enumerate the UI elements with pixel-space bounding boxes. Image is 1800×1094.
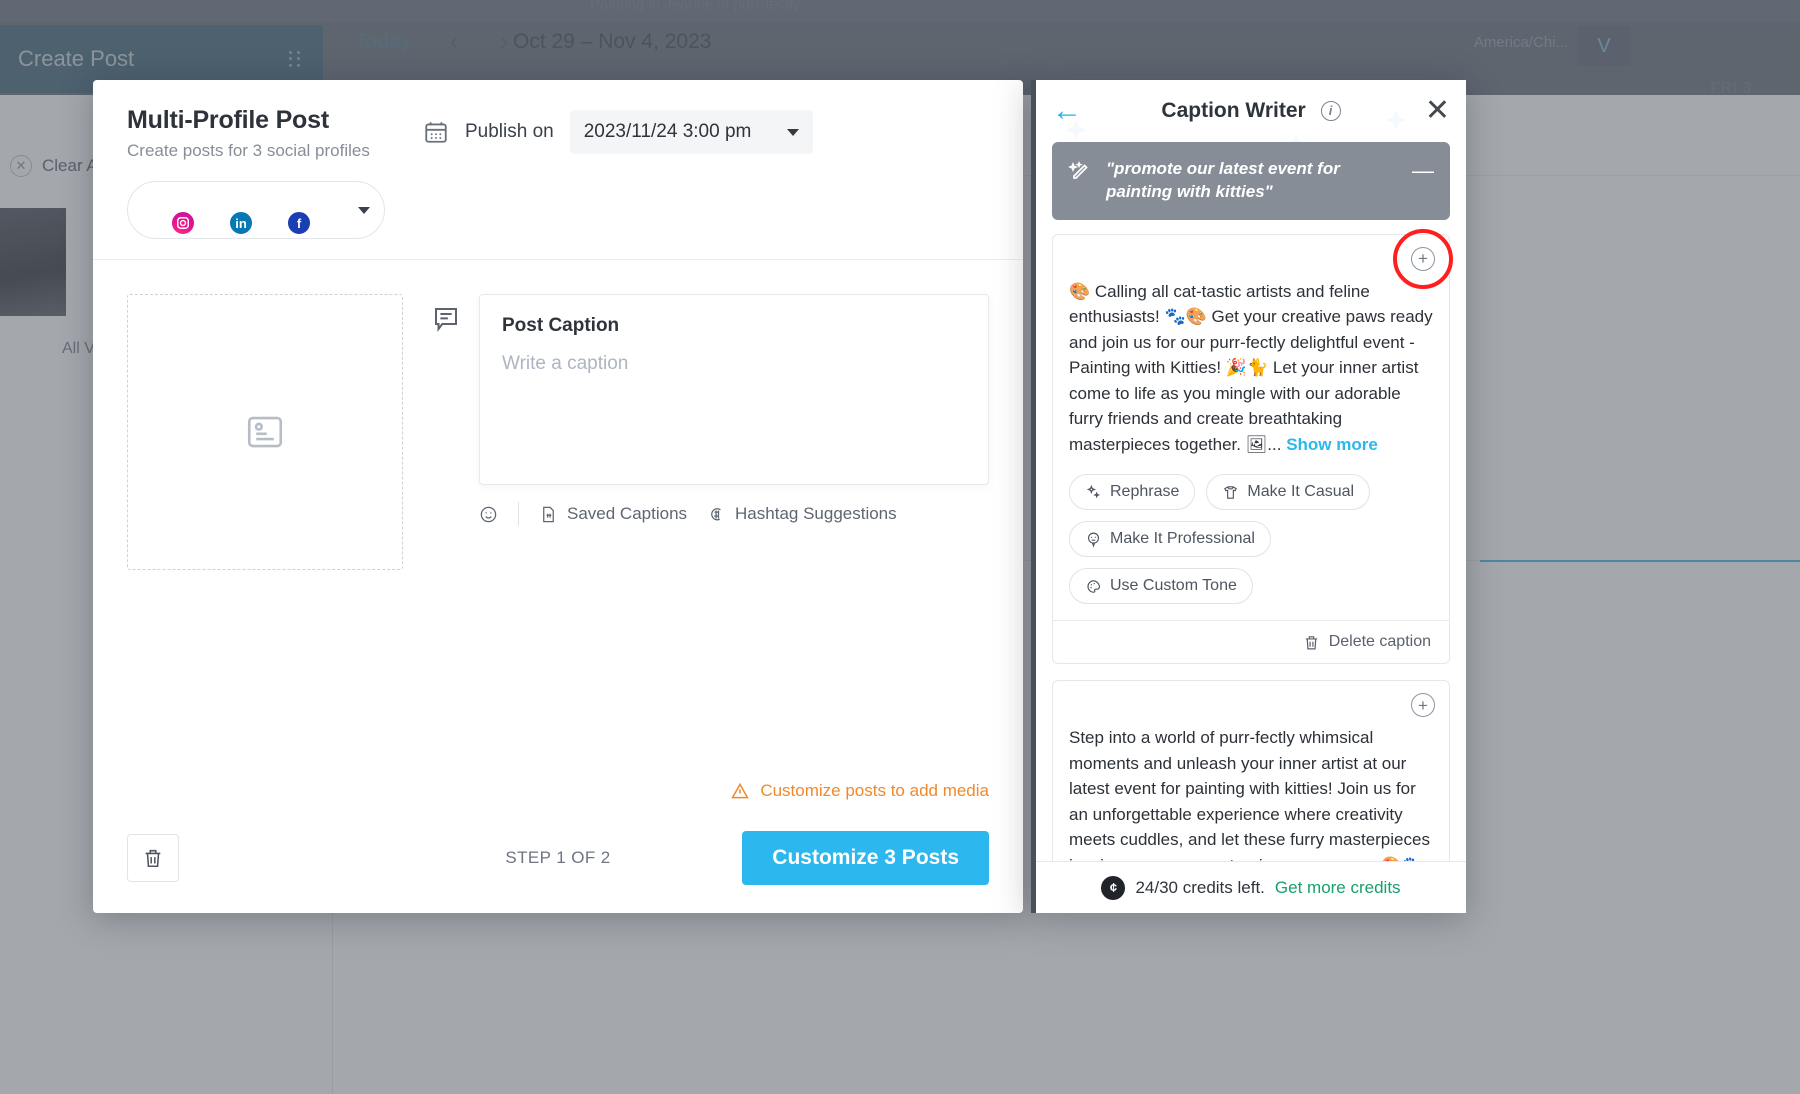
facebook-icon: f [286,210,312,236]
rephrase-label: Rephrase [1110,483,1180,501]
caption-card: + Step into a world of purr-fectly whims… [1052,680,1450,861]
close-icon[interactable]: ✕ [1425,96,1450,126]
image-placeholder-icon [244,411,286,453]
caption-body: 🎨 Calling all cat-tastic artists and fel… [1069,281,1433,454]
profile-selector[interactable]: in f [127,181,385,239]
delete-caption-label: Delete caption [1328,633,1431,651]
media-dropzone[interactable] [127,294,403,570]
post-caption-input[interactable]: Write a caption [502,353,966,375]
panel-title: Caption Writer [1161,99,1306,122]
rephrase-button[interactable]: Rephrase [1069,474,1196,511]
saved-captions-icon [543,506,554,522]
caption-text: 🎨 Calling all cat-tastic artists and fel… [1069,279,1433,458]
modal-footer: STEP 1 OF 2 Customize posts to add media… [93,781,1023,913]
divider [518,502,519,526]
caption-actions: Rephrase Make It Casual Make It Professi… [1069,474,1433,605]
tshirt-icon [1224,486,1238,499]
linkedin-icon: in [228,210,254,236]
coin-icon: ¢ [1101,875,1126,900]
prompt-box[interactable]: "promote our latest event for painting w… [1052,142,1450,220]
saved-captions-button[interactable]: Saved Captions [539,504,687,524]
media-warning: Customize posts to add media [730,781,989,801]
show-more-link[interactable]: Show more [1286,435,1378,454]
publish-on-label: Publish on [465,121,554,142]
hashtag-suggestions-label: Hashtag Suggestions [735,504,897,523]
caption-column: Post Caption Write a caption Saved Capti… [431,294,989,769]
step-indicator: STEP 1 OF 2 [505,848,611,867]
hashtag-suggestions-button[interactable]: Hashtag Suggestions [707,504,897,524]
multi-profile-post-modal: Multi-Profile Post Create posts for 3 so… [93,80,1023,913]
get-more-credits-link[interactable]: Get more credits [1275,878,1401,898]
panel-header: ← Caption Writer i ✕ [1036,80,1466,142]
publish-on-row: Publish on 2023/11/24 3:00 pm [423,110,814,154]
panel-title-group: Caption Writer i [1036,99,1466,123]
instagram-icon [170,210,196,236]
hashtag-icon [711,507,721,520]
trash-icon [1305,636,1317,650]
avatar-facebook[interactable]: f [258,187,312,236]
plus-circle-icon[interactable]: + [1393,228,1453,289]
necktie-face-icon [1087,532,1100,548]
caption-text: Step into a world of purr-fectly whimsic… [1069,725,1433,861]
credits-text: 24/30 credits left. [1135,877,1265,897]
info-circle-icon[interactable]: i [1320,100,1341,121]
modal-header: Multi-Profile Post Create posts for 3 so… [93,80,1023,260]
avatar-instagram[interactable] [142,187,196,236]
post-caption-label: Post Caption [502,315,620,336]
delete-caption-button[interactable]: Delete caption [1069,621,1433,653]
calendar-icon [423,119,449,145]
sparkle-icon [1086,484,1101,499]
use-custom-tone-button[interactable]: Use Custom Tone [1069,568,1253,605]
avatar-linkedin[interactable]: in [200,187,254,236]
warning-triangle-icon [731,782,750,799]
use-custom-tone-label: Use Custom Tone [1110,577,1237,595]
publish-date-input[interactable]: 2023/11/24 3:00 pm [569,110,814,154]
plus-circle-icon[interactable]: + [1411,693,1435,718]
palette-icon [1087,580,1101,593]
comment-lines-icon [431,304,461,334]
arrow-left-icon[interactable]: ← [1052,96,1082,126]
credits-bar: ¢ 24/30 credits left. Get more credits [1036,861,1466,913]
captions-scroll-area[interactable]: + 🎨 Calling all cat-tastic artists and f… [1036,220,1466,861]
caption-card: + 🎨 Calling all cat-tastic artists and f… [1052,228,1453,665]
magic-wand-icon [1067,160,1092,184]
prompt-text: "promote our latest event for painting w… [1106,159,1340,201]
chevron-down-icon[interactable] [787,128,800,136]
caption-toolbar: Saved Captions Hashtag Suggestions [479,502,989,526]
caption-writer-panel: ← Caption Writer i ✕ "promote our latest… [1031,80,1466,913]
minimize-icon[interactable]: — [1412,160,1434,182]
caption-body: Step into a world of purr-fectly whimsic… [1069,728,1430,861]
post-caption-card[interactable]: Post Caption Write a caption [479,294,989,485]
modal-body: Post Caption Write a caption Saved Capti… [93,260,1023,803]
chevron-down-icon[interactable] [358,206,370,214]
publish-date-value: 2023/11/24 3:00 pm [583,121,752,142]
make-it-professional-label: Make It Professional [1110,530,1255,548]
make-it-casual-button[interactable]: Make It Casual [1206,474,1371,511]
emoji-smiley-icon[interactable] [479,505,498,524]
make-it-professional-button[interactable]: Make It Professional [1069,521,1271,558]
media-warning-text: Customize posts to add media [760,781,989,800]
saved-captions-label: Saved Captions [567,504,688,523]
make-it-casual-label: Make It Casual [1247,483,1355,501]
